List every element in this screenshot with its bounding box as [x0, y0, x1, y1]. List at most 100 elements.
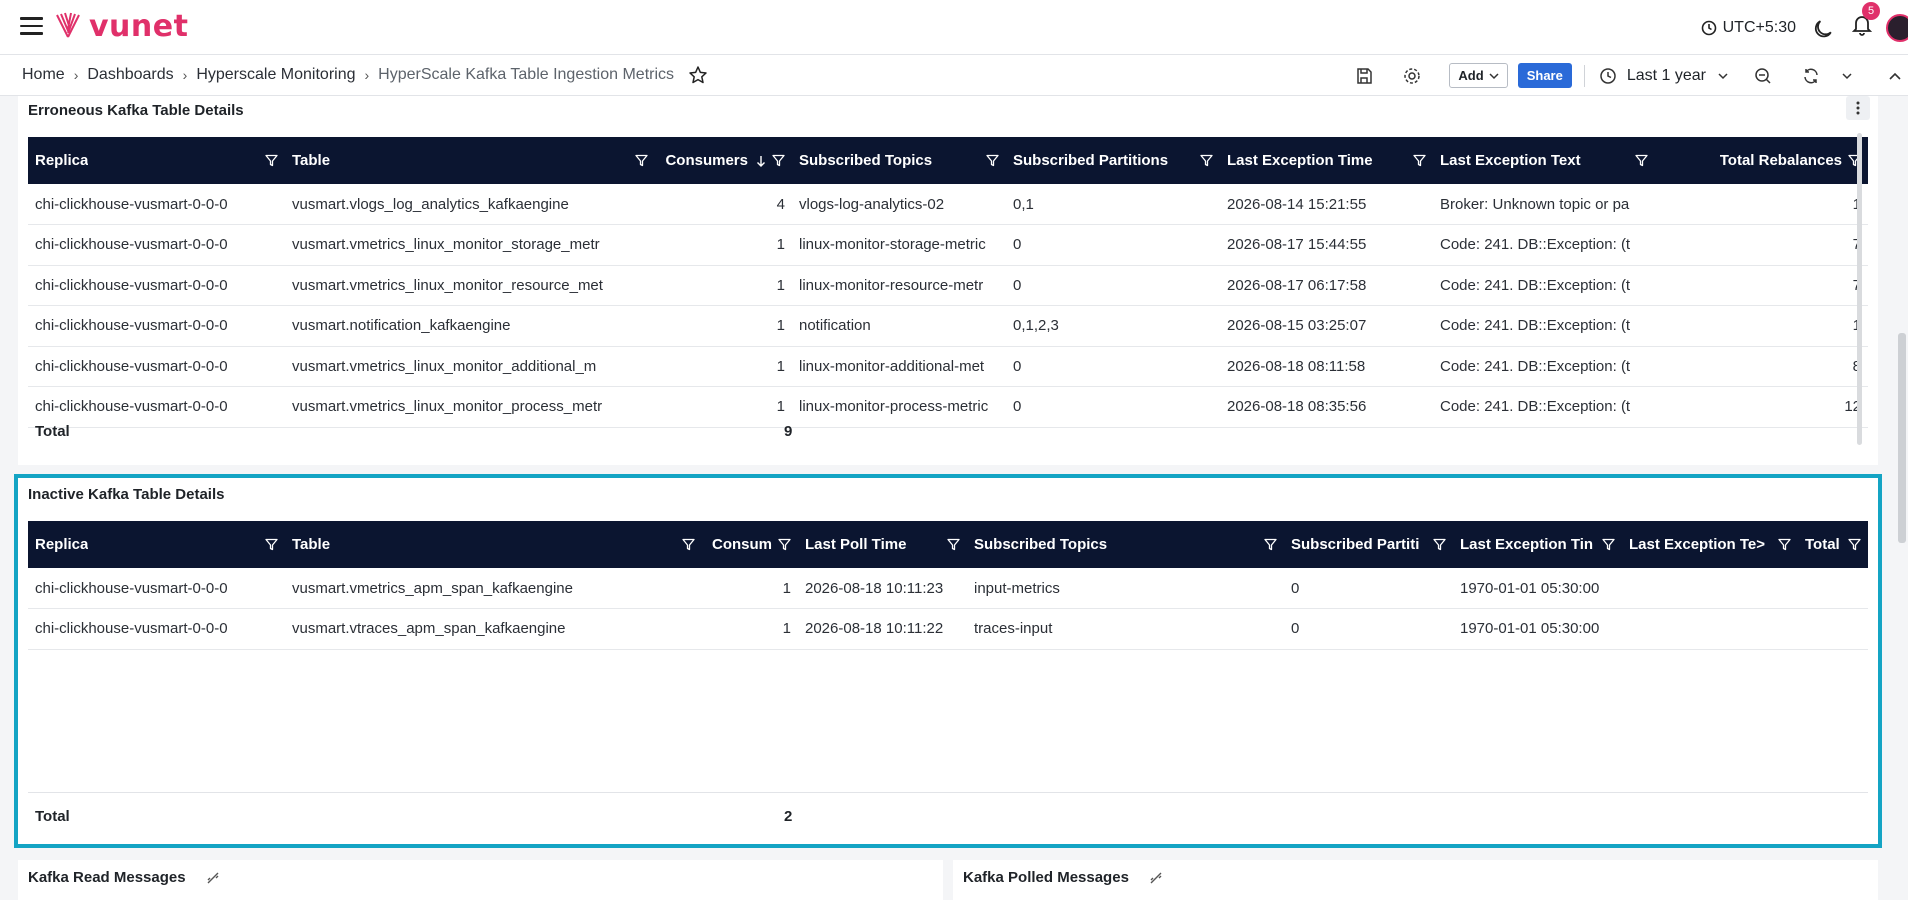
table-cell — [1798, 568, 1868, 609]
table-row[interactable]: chi-clickhouse-vusmart-0-0-0 vusmart.vmet… — [28, 386, 1868, 428]
filter-icon[interactable] — [947, 538, 960, 551]
add-button[interactable]: Add — [1449, 63, 1508, 88]
link-off-icon[interactable] — [1149, 871, 1163, 885]
logo-text: vunet — [89, 8, 189, 44]
column-header[interactable]: Last Poll Time — [798, 521, 967, 568]
filter-icon[interactable] — [265, 154, 278, 167]
table-cell: Broker: Unknown topic or pa — [1433, 184, 1655, 225]
time-range-picker[interactable]: Last 1 year — [1599, 67, 1738, 85]
column-header[interactable]: Subscribed Partiti — [1284, 521, 1453, 568]
panel-title: Erroneous Kafka Table Details — [28, 102, 244, 119]
panel-menu-icon[interactable] — [1846, 96, 1870, 120]
timezone-label: UTC+5:30 — [1722, 18, 1796, 36]
table-row[interactable]: chi-clickhouse-vusmart-0-0-0 vusmart.vmet… — [28, 224, 1868, 266]
table-row[interactable]: chi-clickhouse-vusmart-0-0-0 vusmart.vmet… — [28, 346, 1868, 387]
filter-icon[interactable] — [1778, 538, 1791, 551]
table-cell: 1 — [1655, 305, 1868, 347]
table-cell: 7 — [1655, 224, 1868, 266]
table-cell: vusmart.notification_kafkaengine — [285, 305, 655, 347]
column-header[interactable]: Last Exception Time — [1220, 137, 1433, 184]
table-row[interactable]: chi-clickhouse-vusmart-0-0-0 vusmart.noti… — [28, 305, 1868, 347]
table-row[interactable]: chi-clickhouse-vusmart-0-0-0 vusmart.vmet… — [28, 568, 1868, 609]
column-header-label: Last Exception Te> — [1629, 536, 1766, 553]
settings-icon[interactable] — [1401, 65, 1423, 87]
table-cell: 0 — [1284, 568, 1453, 609]
table-scrollbar[interactable] — [1857, 133, 1862, 445]
column-header[interactable]: Table — [285, 521, 702, 568]
column-header-label: Last Exception Text — [1440, 152, 1581, 169]
page-scrollbar[interactable] — [1898, 333, 1906, 543]
breadcrumb-home[interactable]: Home — [22, 66, 65, 84]
column-header-label: Replica — [35, 536, 89, 553]
filter-icon[interactable] — [1413, 154, 1426, 167]
timezone-display[interactable]: UTC+5:30 — [1701, 19, 1796, 37]
share-button[interactable]: Share — [1517, 63, 1572, 88]
menu-icon[interactable] — [20, 17, 43, 35]
table-row[interactable]: chi-clickhouse-vusmart-0-0-0 vusmart.vtra… — [28, 608, 1868, 650]
column-header[interactable]: Last Exception Tin — [1453, 521, 1622, 568]
table-cell: 1 — [655, 224, 792, 266]
panel-title: Kafka Read Messages — [28, 869, 186, 886]
link-off-icon[interactable] — [206, 871, 220, 885]
filter-icon[interactable] — [778, 538, 791, 551]
column-header[interactable]: Replica — [28, 137, 285, 184]
filter-icon[interactable] — [635, 154, 648, 167]
column-header-label: Total Rebalances — [1719, 152, 1842, 169]
table-cell: 2026-08-18 10:11:22 — [798, 608, 967, 650]
filter-icon[interactable] — [772, 154, 785, 167]
add-button-label: Add — [1458, 68, 1484, 83]
breadcrumb-bar: Home › Dashboards › Hyperscale Monitorin… — [0, 55, 1908, 96]
breadcrumb-hyperscale-monitoring[interactable]: Hyperscale Monitoring — [196, 66, 355, 84]
dark-mode-icon[interactable] — [1814, 17, 1836, 39]
table-cell — [1622, 608, 1798, 650]
filter-icon[interactable] — [986, 154, 999, 167]
filter-icon[interactable] — [1848, 538, 1861, 551]
refresh-interval-chevron-icon[interactable] — [1836, 65, 1858, 87]
column-header-label: Last Poll Time — [805, 536, 907, 553]
column-header-label: Subscribed Topics — [974, 536, 1108, 553]
notifications-button[interactable]: 5 — [1851, 2, 1880, 41]
column-header-label: Table — [292, 152, 331, 169]
table-cell: 1 — [1655, 184, 1868, 225]
table-row[interactable]: chi-clickhouse-vusmart-0-0-0 vusmart.vlog… — [28, 184, 1868, 225]
avatar[interactable] — [1886, 13, 1908, 42]
filter-icon[interactable] — [1200, 154, 1213, 167]
table-cell: notification — [792, 305, 1006, 347]
filter-icon[interactable] — [265, 538, 278, 551]
column-header[interactable]: Last Exception Te> — [1622, 521, 1798, 568]
column-header[interactable]: Subscribed Topics — [967, 521, 1284, 568]
column-header[interactable]: Consum — [702, 521, 798, 568]
table-cell: 2026-08-18 08:35:56 — [1220, 386, 1433, 428]
column-header[interactable]: Table — [285, 137, 655, 184]
column-header[interactable]: Consumers — [655, 137, 792, 184]
chevron-down-icon — [1718, 72, 1728, 79]
kafka-read-messages-panel: Kafka Read Messages — [18, 860, 943, 900]
top-bar: vunet UTC+5:30 5 — [0, 0, 1908, 55]
table-row[interactable]: chi-clickhouse-vusmart-0-0-0 vusmart.vmet… — [28, 265, 1868, 306]
table-cell: vusmart.vmetrics_linux_monitor_storage_m… — [285, 224, 655, 266]
filter-icon[interactable] — [1635, 154, 1648, 167]
table-cell: 1970-01-01 05:30:00 — [1453, 568, 1622, 609]
logo[interactable]: vunet — [55, 8, 189, 44]
column-header[interactable]: Total Rebalances — [1655, 137, 1868, 184]
erroneous-table: Replica Table Consumers Subscribed Topics Su… — [28, 137, 1868, 428]
filter-icon[interactable] — [1264, 538, 1277, 551]
refresh-icon[interactable] — [1800, 65, 1822, 87]
sort-down-icon[interactable] — [756, 155, 766, 167]
table-cell: chi-clickhouse-vusmart-0-0-0 — [28, 386, 285, 428]
collapse-up-icon[interactable] — [1884, 65, 1906, 87]
filter-icon[interactable] — [1602, 538, 1615, 551]
filter-icon[interactable] — [1433, 538, 1446, 551]
column-header[interactable]: Last Exception Text — [1433, 137, 1655, 184]
star-icon[interactable] — [688, 65, 708, 85]
total-value: 9 — [784, 423, 793, 440]
filter-icon[interactable] — [682, 538, 695, 551]
column-header[interactable]: Subscribed Topics — [792, 137, 1006, 184]
column-header[interactable]: Subscribed Partitions — [1006, 137, 1220, 184]
column-header[interactable]: Total Rel — [1798, 521, 1868, 568]
breadcrumb-dashboards[interactable]: Dashboards — [87, 66, 173, 84]
column-header[interactable]: Replica — [28, 521, 285, 568]
zoom-out-icon[interactable] — [1752, 65, 1774, 87]
save-icon[interactable] — [1353, 65, 1375, 87]
table-cell: Code: 241. DB::Exception: (t — [1433, 224, 1655, 266]
